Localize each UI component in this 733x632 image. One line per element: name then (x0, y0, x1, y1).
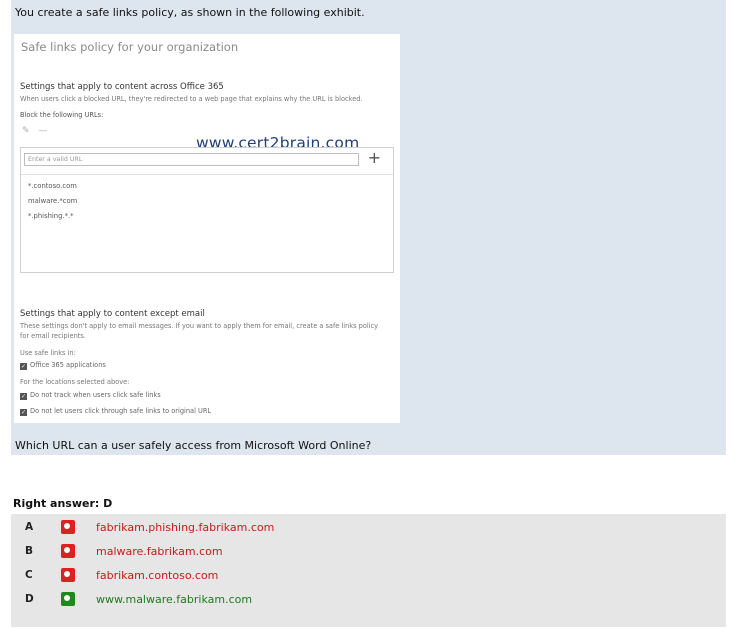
use-safe-links-label: Use safe links in: (20, 349, 76, 357)
checkbox-do-not-track[interactable]: ✓ Do not track when users click safe link… (20, 390, 161, 400)
incorrect-icon (61, 568, 75, 582)
exhibit-title: Safe links policy for your organization (21, 40, 239, 54)
answer-option-a[interactable]: A fabrikam.phishing.fabrikam.com (11, 517, 726, 537)
option-text: fabrikam.contoso.com (96, 569, 219, 582)
question-text: Which URL can a user safely access from … (15, 439, 372, 452)
checkbox-label: Do not track when users click safe links (30, 391, 161, 399)
checkbox-checked-icon[interactable]: ✓ (20, 393, 27, 400)
section-description-except-email-2: for email recipients. (20, 332, 86, 340)
exhibit-screenshot: Safe links policy for your organization … (14, 34, 400, 423)
list-item[interactable]: *.phishing.*.* (28, 211, 77, 226)
incorrect-icon (61, 544, 75, 558)
question-intro: You create a safe links policy, as shown… (15, 6, 365, 19)
checkbox-label: Office 365 applications (30, 361, 106, 369)
section-description-except-email-1: These settings don't apply to email mess… (20, 322, 379, 330)
correct-icon (61, 592, 75, 606)
answer-options: A fabrikam.phishing.fabrikam.com B malwa… (11, 514, 726, 627)
option-letter: C (25, 569, 33, 581)
checkbox-label: Do not let users click through safe link… (30, 407, 212, 415)
answer-option-c[interactable]: C fabrikam.contoso.com (11, 565, 726, 585)
answer-option-b[interactable]: B malware.fabrikam.com (11, 541, 726, 561)
option-text: www.malware.fabrikam.com (96, 593, 253, 606)
checkbox-checked-icon[interactable]: ✓ (20, 363, 27, 370)
blocked-url-list: *.contoso.com malware.*com *.phishing.*.… (28, 181, 77, 226)
url-input[interactable]: Enter a valid URL (24, 153, 359, 166)
checkbox-office365-apps[interactable]: ✓ Office 365 applications (20, 360, 106, 370)
divider (21, 174, 393, 175)
list-item[interactable]: malware.*com (28, 196, 77, 211)
incorrect-icon (61, 520, 75, 534)
add-url-button[interactable]: + (368, 148, 381, 168)
answer-option-d[interactable]: D www.malware.fabrikam.com (11, 589, 726, 609)
option-text: fabrikam.phishing.fabrikam.com (96, 521, 275, 534)
option-letter: A (25, 521, 34, 533)
checkbox-no-click-through[interactable]: ✓ Do not let users click through safe lin… (20, 406, 211, 416)
pencil-icon[interactable]: ✎ (22, 126, 30, 136)
option-letter: D (25, 593, 34, 605)
list-item[interactable]: *.contoso.com (28, 181, 77, 196)
url-toolbar: ✎ — (22, 126, 53, 136)
minus-icon[interactable]: — (38, 126, 47, 136)
checkbox-checked-icon[interactable]: ✓ (20, 409, 27, 416)
section-description-office365: When users click a blocked URL, they're … (20, 95, 363, 103)
section-heading-except-email: Settings that apply to content except em… (20, 309, 205, 319)
locations-label: For the locations selected above: (20, 378, 130, 386)
option-letter: B (25, 545, 34, 557)
section-heading-office365: Settings that apply to content across Of… (20, 82, 224, 92)
blocked-url-panel: Enter a valid URL + *.contoso.com malwar… (20, 147, 394, 273)
option-text: malware.fabrikam.com (96, 545, 223, 558)
right-answer-label: Right answer: D (13, 497, 113, 510)
block-urls-label: Block the following URLs: (20, 111, 104, 119)
